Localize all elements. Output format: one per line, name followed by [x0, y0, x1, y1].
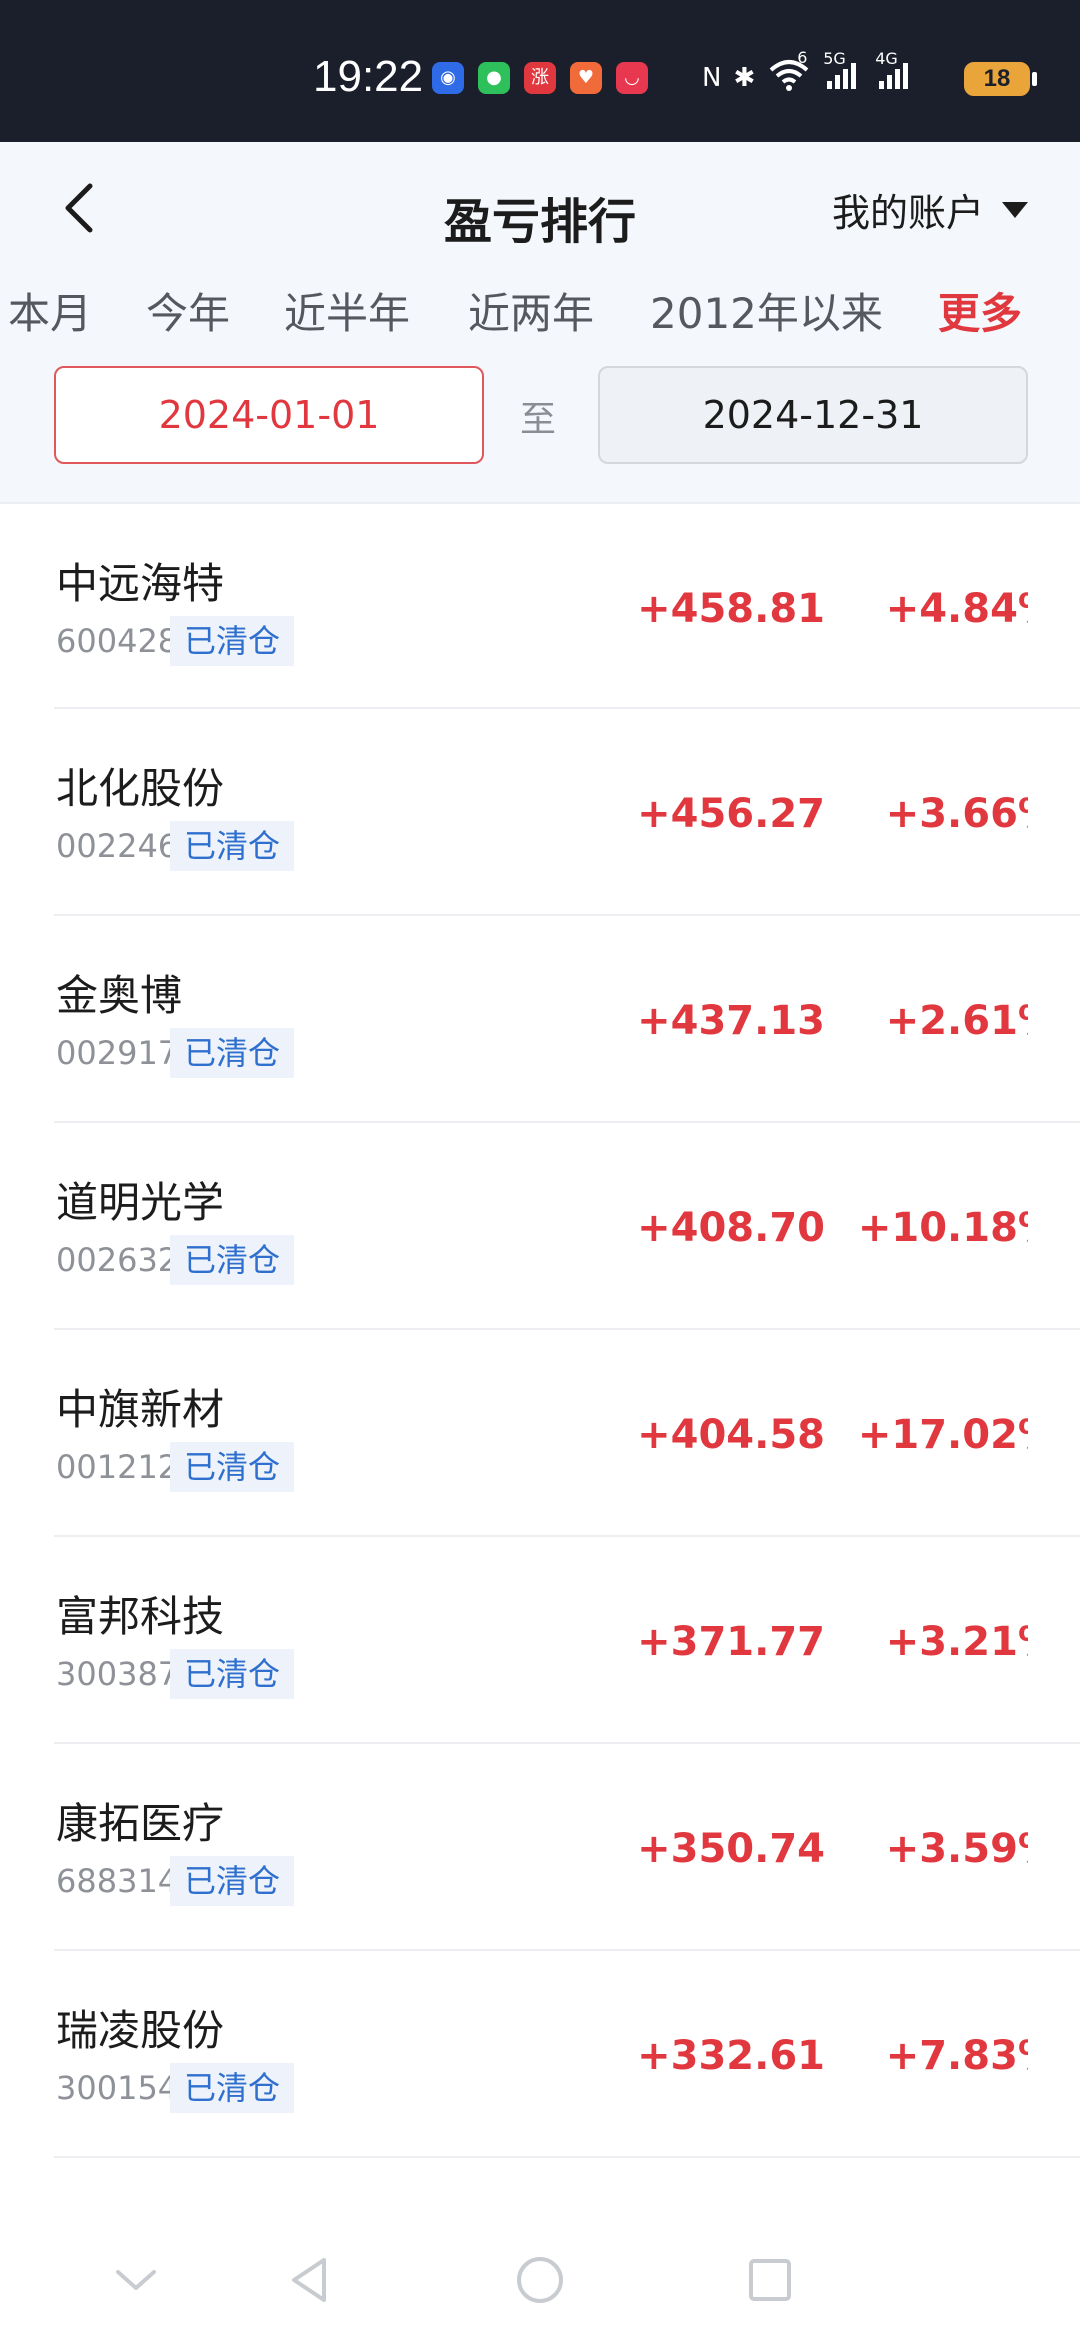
wifi-gen-label: 6 — [797, 47, 808, 67]
profit-value: +332.61 — [637, 2033, 825, 2079]
huawei-store-icon: ◡ — [616, 62, 648, 94]
nav-collapse-button[interactable] — [106, 2250, 166, 2310]
stock-name: 富邦科技 — [56, 1592, 225, 1641]
profit-percent: +10.18% — [857, 1205, 1028, 1251]
account-label: 我的账户 — [831, 191, 984, 235]
status-badge: 已清仓 — [170, 1856, 295, 1906]
stock-code: 300387 — [56, 1655, 179, 1693]
stock-row[interactable]: 康拓医疗 688314 已清仓 +350.74 +3.59% — [0, 1744, 1080, 1951]
stock-code: 600428 — [56, 622, 179, 660]
tab-since-2012[interactable]: 2012年以来 — [650, 280, 883, 341]
stock-name: 康拓医疗 — [56, 1799, 225, 1848]
period-tabs: 本月 今年 近半年 近两年 2012年以来 更多 — [0, 280, 1080, 340]
bluetooth-icon: ✱ — [733, 63, 756, 93]
chevron-down-icon — [116, 2270, 156, 2290]
end-date-field[interactable]: 2024-12-31 — [598, 366, 1028, 464]
status-badge: 已清仓 — [170, 1442, 295, 1492]
circle-home-icon — [517, 2257, 563, 2303]
status-badge: 已清仓 — [170, 2063, 295, 2113]
signal-4g-icon: 4G — [875, 49, 915, 98]
heart-app-icon: ♥ — [570, 62, 602, 94]
stock-code: 688314 — [56, 1862, 179, 1900]
profit-value: +456.27 — [637, 791, 825, 837]
profit-percent: +3.66% — [885, 791, 1028, 837]
stock-name: 中旗新材 — [56, 1385, 225, 1434]
sim1-label: 5G — [823, 48, 846, 68]
profit-percent: +2.61% — [885, 998, 1028, 1044]
status-bar: 19:22 ◉ ● 涨 ♥ ◡ Ν ✱ 6 5G 4G 18 — [0, 0, 1080, 142]
zhang-app-icon: 涨 — [524, 62, 556, 94]
battery-tip — [1032, 72, 1037, 86]
date-separator: 至 — [520, 399, 557, 440]
stock-name: 金奥博 — [56, 971, 183, 1020]
caret-down-icon — [1002, 201, 1028, 218]
status-badge: 已清仓 — [170, 616, 295, 666]
tab-two-years[interactable]: 近两年 — [468, 280, 594, 341]
stock-row[interactable]: 金奥博 002917 已清仓 +437.13 +2.61% — [0, 916, 1080, 1123]
tab-half-year[interactable]: 近半年 — [284, 280, 410, 341]
stock-row[interactable]: 中旗新材 001212 已清仓 +404.58 +17.02% — [0, 1330, 1080, 1537]
account-selector[interactable]: 我的账户 — [832, 182, 1028, 237]
app-blue-icon: ◉ — [432, 62, 464, 94]
stock-name: 瑞凌股份 — [56, 2006, 225, 2055]
nav-recents-button[interactable] — [740, 2250, 800, 2310]
wechat-icon: ● — [478, 62, 510, 94]
profit-percent: +4.84% — [885, 586, 1028, 632]
status-badge: 已清仓 — [170, 1649, 295, 1699]
stock-code: 002632 — [56, 1241, 179, 1279]
stock-code: 002246 — [56, 827, 179, 865]
profit-value: +437.13 — [637, 998, 825, 1044]
signal-5g-icon: 5G — [823, 49, 863, 98]
stock-row[interactable]: 富邦科技 300387 已清仓 +371.77 +3.21% — [0, 1537, 1080, 1744]
triangle-back-icon — [292, 2258, 326, 2302]
stock-code: 002917 — [56, 1034, 179, 1072]
profit-value: +404.58 — [637, 1412, 825, 1458]
stock-row[interactable]: 瑞凌股份 300154 已清仓 +332.61 +7.83% — [0, 1951, 1080, 2158]
header: 盈亏排行 我的账户 本月 今年 近半年 近两年 2012年以来 更多 2024-… — [0, 142, 1080, 502]
profit-value: +371.77 — [637, 1619, 825, 1665]
profit-value: +408.70 — [637, 1205, 825, 1251]
stock-row[interactable]: 道明光学 002632 已清仓 +408.70 +10.18% — [0, 1123, 1080, 1330]
profit-percent: +17.02% — [857, 1412, 1028, 1458]
tab-this-year[interactable]: 今年 — [146, 280, 230, 341]
profit-value: +458.81 — [637, 586, 825, 632]
divider — [54, 2156, 1080, 2158]
tab-more[interactable]: 更多 — [938, 280, 1022, 341]
stock-name: 北化股份 — [56, 764, 225, 813]
status-badge: 已清仓 — [170, 1235, 295, 1285]
battery-level: 18 — [983, 65, 1011, 92]
battery-icon: 18 — [964, 62, 1030, 96]
start-date-field[interactable]: 2024-01-01 — [54, 366, 484, 464]
profit-percent: +3.59% — [885, 1826, 1028, 1872]
profit-percent: +7.83% — [885, 2033, 1028, 2079]
status-time: 19:22 — [313, 52, 424, 101]
stock-name: 道明光学 — [56, 1178, 225, 1227]
sim2-label: 4G — [875, 48, 898, 68]
nav-home-button[interactable] — [510, 2250, 570, 2310]
square-recents-icon — [749, 2259, 791, 2301]
profit-value: +350.74 — [637, 1826, 825, 1872]
stock-code: 001212 — [56, 1448, 179, 1486]
profit-percent: +3.21% — [885, 1619, 1028, 1665]
stock-row[interactable]: 中远海特 600428 已清仓 +458.81 +4.84% — [0, 502, 1080, 709]
nfc-icon: Ν — [702, 63, 722, 93]
tab-this-month[interactable]: 本月 — [8, 280, 92, 341]
stock-name: 中远海特 — [56, 559, 225, 608]
status-badge: 已清仓 — [170, 821, 295, 871]
system-nav-bar — [0, 2214, 1080, 2340]
status-indicators: Ν ✱ 6 5G 4G — [702, 48, 927, 99]
wifi-icon: 6 — [767, 48, 811, 99]
status-badge: 已清仓 — [170, 1028, 295, 1078]
stock-row[interactable]: 北化股份 002246 已清仓 +456.27 +3.66% — [0, 709, 1080, 916]
nav-back-button[interactable] — [280, 2250, 340, 2310]
stock-code: 300154 — [56, 2069, 179, 2107]
